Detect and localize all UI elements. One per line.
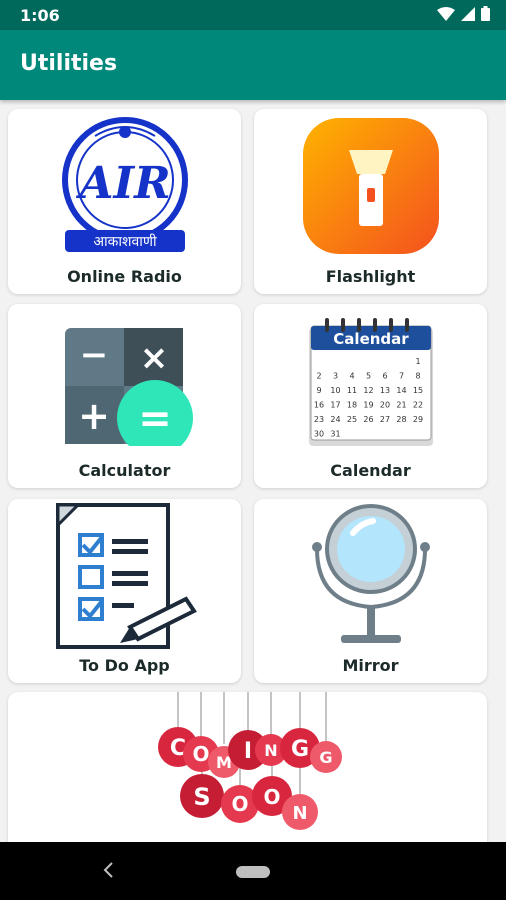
times-key: × <box>139 338 168 378</box>
svg-text:I: I <box>244 739 252 764</box>
calendar-day: 11 <box>346 386 356 395</box>
calendar-day: 2 <box>316 372 321 381</box>
calendar-day: 1 <box>415 357 420 366</box>
air-logo-icon: आकाशवाणी AIR <box>8 113 241 259</box>
svg-text:S: S <box>193 783 210 811</box>
calendar-day: 10 <box>330 386 340 395</box>
mirror-card[interactable]: Mirror <box>254 499 487 683</box>
calendar-day: 19 <box>363 401 373 410</box>
online-radio-label: Online Radio <box>67 267 182 286</box>
svg-text:N: N <box>292 803 307 824</box>
flashlight-icon <box>254 113 487 259</box>
calendar-day: 28 <box>396 415 406 424</box>
equals-key: = <box>138 396 172 442</box>
online-radio-card[interactable]: आकाशवाणी AIR Online Radio <box>8 109 241 294</box>
calendar-day: 8 <box>415 372 420 381</box>
calendar-header: Calendar <box>333 330 409 348</box>
coming-soon-banner: C O M I N G G S O O N <box>158 692 342 830</box>
signal-icon <box>461 6 475 21</box>
svg-text:G: G <box>319 748 332 767</box>
todo-app-label: To Do App <box>79 656 170 675</box>
todo-checklist-icon <box>8 503 241 649</box>
app-bar: Utilities <box>0 30 506 100</box>
calendar-day: 20 <box>379 401 389 410</box>
svg-text:O: O <box>231 792 248 816</box>
calendar-day: 16 <box>313 401 323 410</box>
calendar-day: 6 <box>382 372 387 381</box>
status-icons <box>437 6 490 21</box>
svg-text:O: O <box>263 785 280 809</box>
calendar-card[interactable]: Calendar 1 2 3 4 5 6 7 8 9 10 11 12 13 14 15 16 17 18 19 20… <box>254 304 487 488</box>
akashvani-text: आकाशवाणी <box>93 233 157 250</box>
calendar-day: 29 <box>412 415 422 424</box>
calendar-day: 26 <box>363 415 373 424</box>
calendar-day: 31 <box>330 430 340 439</box>
battery-icon <box>481 6 490 21</box>
svg-text:G: G <box>291 737 309 762</box>
calendar-day: 15 <box>412 386 422 395</box>
calendar-day: 23 <box>313 415 323 424</box>
calculator-icon: − × + = <box>8 308 241 454</box>
minus-key: − <box>79 335 108 375</box>
status-bar: 1:06 <box>0 0 506 30</box>
wifi-icon <box>437 6 455 21</box>
todo-app-card[interactable]: To Do App <box>8 499 241 683</box>
calendar-label: Calendar <box>330 461 411 480</box>
plus-key: + <box>78 394 110 438</box>
calendar-day: 30 <box>313 430 323 439</box>
calendar-day: 27 <box>379 415 389 424</box>
page-title: Utilities <box>20 51 118 76</box>
calendar-day: 17 <box>330 401 340 410</box>
calculator-label: Calculator <box>78 461 171 480</box>
navigation-bar <box>0 842 506 900</box>
calendar-day: 3 <box>332 372 337 381</box>
svg-text:N: N <box>264 741 277 760</box>
air-text: AIR <box>75 158 170 209</box>
mirror-icon <box>254 503 487 649</box>
mirror-label: Mirror <box>342 656 399 675</box>
calendar-day: 13 <box>379 386 389 395</box>
calendar-day: 21 <box>396 401 406 410</box>
calendar-day: 24 <box>330 415 340 424</box>
calendar-day: 25 <box>346 415 356 424</box>
calendar-day: 9 <box>316 386 321 395</box>
calendar-day: 12 <box>363 386 373 395</box>
calendar-day: 18 <box>346 401 356 410</box>
calendar-day: 4 <box>349 372 354 381</box>
calendar-day: 7 <box>398 372 403 381</box>
calendar-icon: Calendar 1 2 3 4 5 6 7 8 9 10 11 12 13 14 15 16 17 18 19 20… <box>254 308 487 454</box>
back-icon[interactable] <box>102 859 114 881</box>
flashlight-card[interactable]: Flashlight <box>254 109 487 294</box>
coming-soon-card[interactable]: C O M I N G G S O O N <box>8 692 487 862</box>
calendar-day: 14 <box>396 386 406 395</box>
calculator-card[interactable]: − × + = Calculator <box>8 304 241 488</box>
svg-text:O: O <box>192 742 209 766</box>
home-icon[interactable] <box>236 866 270 878</box>
calendar-day: 22 <box>412 401 422 410</box>
status-time: 1:06 <box>20 6 60 25</box>
flashlight-label: Flashlight <box>325 267 416 286</box>
calendar-day: 5 <box>365 372 370 381</box>
